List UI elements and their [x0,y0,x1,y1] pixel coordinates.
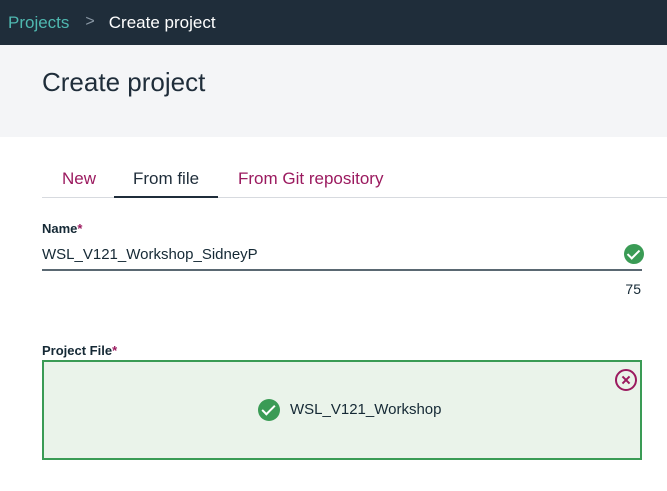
project-source-tabs: New From file From Git repository [42,165,667,198]
remaining-characters-count: 75 [625,281,641,297]
tab-from-git-repository[interactable]: From Git repository [218,165,398,198]
breadcrumb-current: Create project [108,12,216,32]
breadcrumb-projects-link[interactable]: Projects [8,13,69,33]
tab-new[interactable]: New [42,165,114,198]
project-file-dropzone[interactable]: WSL_V121_Workshop [42,360,642,460]
name-input-value[interactable]: WSL_V121_Workshop_SidneyP [42,246,258,263]
check-circle-icon [258,399,280,421]
project-file-label-text: Project File [42,343,113,358]
top-nav-bar: Projects > Create project [0,0,667,45]
project-file-label: Project File* [42,343,117,358]
breadcrumb-separator-icon: > [85,12,95,30]
uploaded-file-name: WSL_V121_Workshop [290,401,442,418]
page-title: Create project [42,67,206,97]
page-header: Create project [0,45,667,137]
check-circle-icon [624,244,644,264]
tab-from-file[interactable]: From file [114,165,218,198]
name-label-text: Name [42,221,78,236]
required-asterisk: * [112,343,118,358]
remove-file-close-icon[interactable] [615,369,637,391]
name-field[interactable]: WSL_V121_Workshop_SidneyP [42,240,644,271]
name-label: Name* [42,221,82,236]
required-asterisk: * [77,221,83,236]
